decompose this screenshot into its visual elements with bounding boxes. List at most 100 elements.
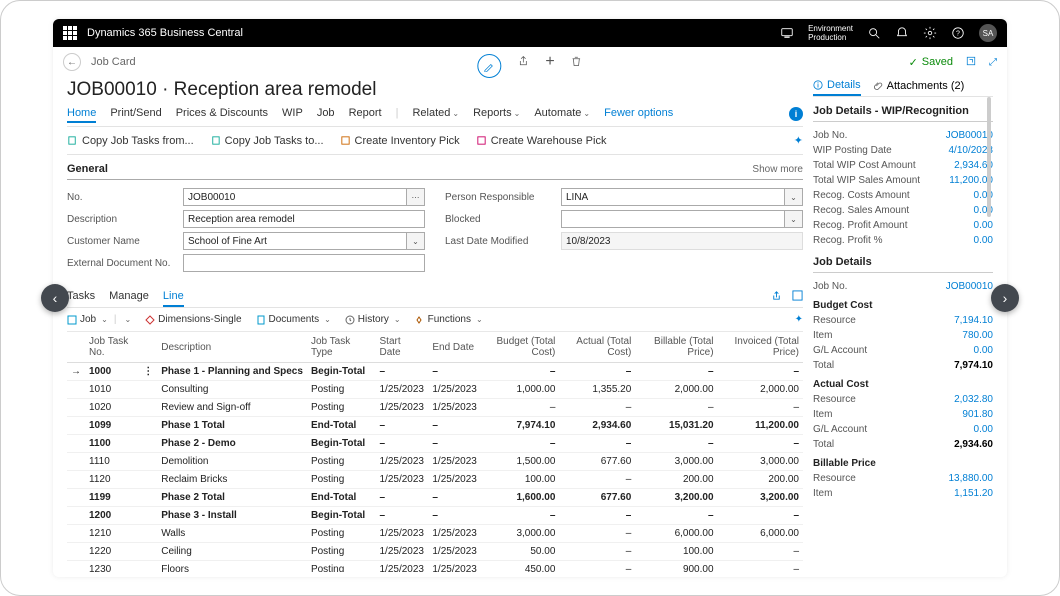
page-title: JOB00010 · Reception area remodel	[67, 79, 803, 101]
tab-line[interactable]: Line	[163, 290, 184, 307]
table-row[interactable]: 1200Phase 3 - InstallBegin-Total––––––	[67, 507, 803, 525]
table-row[interactable]: →1000⋮Phase 1 - Planning and SpecsBegin-…	[67, 363, 803, 381]
history-dropdown[interactable]: History⌄	[345, 314, 401, 325]
create-warehouse-pick-button[interactable]: Create Warehouse Pick	[476, 134, 607, 147]
top-bar: Dynamics 365 Business Central Environmen…	[53, 19, 1007, 47]
blocked-lookup-button[interactable]: ⌄	[785, 210, 803, 228]
documents-dropdown[interactable]: Documents⌄	[256, 314, 331, 325]
kv-row: Item1,151.20	[813, 486, 993, 501]
col-task-no[interactable]: Job Task No.	[85, 332, 139, 363]
carousel-next-button[interactable]: ›	[991, 284, 1019, 312]
details-tab[interactable]: Details	[813, 79, 861, 96]
settings-icon[interactable]	[923, 26, 937, 40]
last-modified-field	[561, 232, 803, 250]
kv-row: Resource2,032.80	[813, 392, 993, 407]
kv-row: Resource7,194.10	[813, 313, 993, 328]
kv-row: Item901.80	[813, 407, 993, 422]
general-section-header[interactable]: General Show more	[67, 155, 803, 180]
factbox-scrollbar[interactable]	[987, 97, 991, 217]
carousel-prev-button[interactable]: ‹	[41, 284, 69, 312]
tab-job[interactable]: Job	[317, 107, 335, 123]
share-icon[interactable]	[517, 55, 529, 70]
tab-manage[interactable]: Manage	[109, 290, 149, 307]
copy-tasks-from-button[interactable]: Copy Job Tasks from...	[67, 134, 194, 147]
tab-wip[interactable]: WIP	[282, 107, 303, 123]
kv-row: Total2,934.60	[813, 437, 993, 452]
delete-icon[interactable]	[571, 55, 583, 70]
description-field[interactable]	[183, 210, 425, 228]
tab-report[interactable]: Report	[349, 107, 382, 123]
app-title: Dynamics 365 Business Central	[87, 27, 243, 39]
bell-icon[interactable]	[895, 26, 909, 40]
pin-icon[interactable]: ✦	[794, 134, 803, 147]
kv-row: Job No.JOB00010	[813, 128, 993, 143]
table-row[interactable]: 1199Phase 2 TotalEnd-Total––1,600.00677.…	[67, 489, 803, 507]
person-responsible-field[interactable]	[561, 188, 785, 206]
environment-icon[interactable]	[780, 26, 794, 40]
kv-row: Total7,974.10	[813, 358, 993, 373]
create-inventory-pick-button[interactable]: Create Inventory Pick	[340, 134, 460, 147]
tasks-table: Job Task No. Description Job Task Type S…	[67, 332, 803, 572]
help-icon[interactable]: ?	[951, 26, 965, 40]
table-row[interactable]: 1099Phase 1 TotalEnd-Total––7,974.102,93…	[67, 417, 803, 435]
kv-row: Total WIP Sales Amount11,200.00	[813, 173, 993, 188]
col-actual[interactable]: Actual (Total Cost)	[559, 332, 635, 363]
ext-doc-field[interactable]	[183, 254, 425, 272]
collapse-icon[interactable]: ⤢	[989, 57, 997, 68]
svg-text:?: ?	[956, 31, 960, 38]
blocked-field[interactable]	[561, 210, 785, 228]
edit-icon[interactable]	[477, 54, 501, 78]
col-start[interactable]: Start Date	[376, 332, 429, 363]
search-icon[interactable]	[867, 26, 881, 40]
factbox-pane: Details Attachments (2) Job Details - WI…	[813, 77, 993, 572]
table-row[interactable]: 1230FloorsPosting1/25/20231/25/2023450.0…	[67, 561, 803, 573]
person-lookup-button[interactable]: ⌄	[785, 188, 803, 206]
action-toolbar: Copy Job Tasks from... Copy Job Tasks to…	[67, 127, 803, 155]
table-row[interactable]: 1120Reclaim BricksPosting1/25/20231/25/2…	[67, 471, 803, 489]
col-type[interactable]: Job Task Type	[307, 332, 376, 363]
customer-name-field[interactable]	[183, 232, 407, 250]
back-button[interactable]: ←	[63, 53, 81, 71]
tab-print-send[interactable]: Print/Send	[110, 107, 161, 123]
tab-home[interactable]: Home	[67, 107, 96, 123]
table-row[interactable]: 1110DemolitionPosting1/25/20231/25/20231…	[67, 453, 803, 471]
tab-prices-discounts[interactable]: Prices & Discounts	[176, 107, 268, 123]
popout-icon[interactable]	[965, 55, 977, 70]
col-budget[interactable]: Budget (Total Cost)	[481, 332, 560, 363]
lines-toolbar: Job⌄|⌄ Dimensions-Single Documents⌄ Hist…	[67, 308, 803, 332]
col-end[interactable]: End Date	[428, 332, 481, 363]
job-dropdown[interactable]: Job⌄|⌄	[67, 314, 131, 325]
table-row[interactable]: 1020Review and Sign-offPosting1/25/20231…	[67, 399, 803, 417]
billable-price-heading: Billable Price	[813, 458, 993, 469]
show-more-link[interactable]: Show more	[752, 164, 803, 175]
dimensions-button[interactable]: Dimensions-Single	[145, 314, 241, 325]
table-row[interactable]: 1100Phase 2 - DemoBegin-Total––––––	[67, 435, 803, 453]
tab-reports[interactable]: Reports⌄	[473, 107, 520, 123]
job-details-section-title: Job Details	[813, 256, 993, 273]
functions-dropdown[interactable]: Functions⌄	[415, 314, 483, 325]
lines-share-icon[interactable]	[771, 290, 782, 304]
new-icon[interactable]: +	[545, 53, 554, 71]
tab-fewer-options[interactable]: Fewer options	[604, 107, 673, 123]
kv-row: Item780.00	[813, 328, 993, 343]
tab-automate[interactable]: Automate⌄	[534, 107, 590, 123]
customer-lookup-button[interactable]: ⌄	[407, 232, 425, 250]
kv-row: Recog. Sales Amount0.00	[813, 203, 993, 218]
attachments-tab[interactable]: Attachments (2)	[873, 79, 965, 96]
table-row[interactable]: 1220CeilingPosting1/25/20231/25/202350.0…	[67, 543, 803, 561]
col-billable[interactable]: Billable (Total Price)	[635, 332, 717, 363]
copy-tasks-to-button[interactable]: Copy Job Tasks to...	[210, 134, 324, 147]
tab-tasks[interactable]: Tasks	[67, 290, 95, 307]
col-description[interactable]: Description	[157, 332, 307, 363]
user-avatar[interactable]: SA	[979, 24, 997, 42]
table-row[interactable]: 1010ConsultingPosting1/25/20231/25/20231…	[67, 381, 803, 399]
info-badge[interactable]: i	[789, 107, 803, 121]
col-invoiced[interactable]: Invoiced (Total Price)	[718, 332, 803, 363]
no-lookup-button[interactable]: ⋯	[407, 188, 425, 206]
lines-settings-icon[interactable]: ✦	[795, 314, 803, 325]
tab-related[interactable]: Related⌄	[412, 107, 459, 123]
table-row[interactable]: 1210WallsPosting1/25/20231/25/20233,000.…	[67, 525, 803, 543]
lines-maximize-icon[interactable]	[792, 290, 803, 304]
app-launcher-icon[interactable]	[63, 26, 77, 40]
no-field[interactable]	[183, 188, 407, 206]
